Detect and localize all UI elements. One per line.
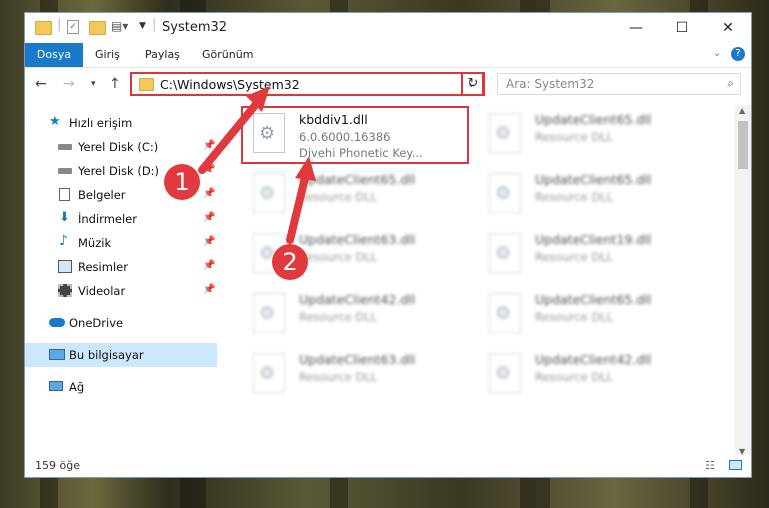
arrow-2-head: [295, 156, 316, 181]
callout-1: 1: [164, 164, 200, 200]
annotation-arrows: [198, 86, 316, 244]
arrow-2-line: [286, 174, 309, 244]
arrow-1-line: [198, 99, 261, 174]
callout-2: 2: [272, 244, 308, 280]
